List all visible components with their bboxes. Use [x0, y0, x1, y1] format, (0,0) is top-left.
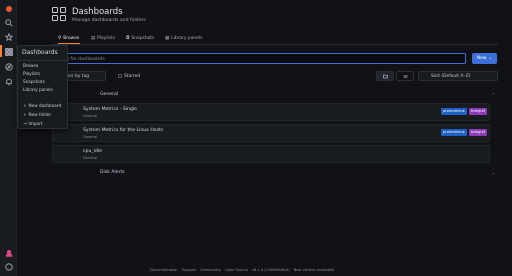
- dashboard-folder: General: [83, 156, 98, 160]
- tab-label: Playlists: [97, 36, 116, 41]
- dashboard-name[interactable]: System Metrics - Single: [83, 107, 137, 112]
- folder-view-icon: [382, 74, 388, 78]
- search-icon[interactable]: [4, 18, 13, 27]
- starred-icon[interactable]: [4, 32, 13, 41]
- tag-badge[interactable]: prometheus: [441, 129, 467, 136]
- tag-badge[interactable]: telegraf: [469, 129, 488, 136]
- flyout-item-snapshots[interactable]: Snapshots: [23, 79, 45, 84]
- import-icon: ⇥: [23, 121, 27, 126]
- folder-label: General: [100, 92, 119, 97]
- sort-select[interactable]: Sort (Default A–Z): [418, 71, 498, 81]
- avatar-icon[interactable]: [4, 248, 13, 257]
- search-input[interactable]: h for dashboards: [52, 53, 466, 64]
- list-view-button[interactable]: [396, 71, 414, 81]
- checkbox-icon: [118, 74, 122, 78]
- sort-label: Sort (Default A–Z): [431, 73, 471, 79]
- flyout-action-label: New dashboard: [28, 103, 62, 108]
- flyout-item-browse[interactable]: Browse: [23, 63, 38, 68]
- footer-documentation-link[interactable]: Documentation: [150, 268, 178, 272]
- playlist-icon: ▤: [91, 36, 96, 41]
- folder-row-general[interactable]: General ⌃: [52, 91, 498, 100]
- flyout-action-import[interactable]: ⇥ Import: [23, 121, 42, 126]
- footer: Documentation Support Community Open Sou…: [150, 268, 335, 272]
- footer-version: v8.1.4 (2166d0b6c4): [251, 268, 290, 272]
- dashboards-icon[interactable]: [4, 47, 13, 56]
- dashboard-folder: General: [83, 135, 98, 139]
- help-icon[interactable]: [4, 262, 13, 271]
- tag-filter-label: ilter by tag: [65, 73, 90, 79]
- dashboards-header-icon: [52, 7, 66, 21]
- dashboard-row[interactable]: cpu_idle General: [52, 145, 490, 163]
- flyout-action-label: Import: [28, 121, 43, 126]
- footer-support-link[interactable]: Support: [182, 268, 196, 272]
- flyout-action-new-dashboard[interactable]: + New dashboard: [23, 103, 61, 108]
- page-title: Dashboards: [72, 7, 123, 17]
- chevron-up-icon: ⌃: [491, 92, 495, 97]
- dashboard-name[interactable]: cpu_idle: [83, 149, 102, 154]
- dashboard-folder: General: [83, 114, 98, 118]
- camera-icon: ◘: [126, 36, 130, 41]
- flyout-action-label: New folder: [28, 112, 52, 117]
- dashboards-flyout-menu: Dashboards Browse Playlists Snapshots Li…: [17, 45, 68, 129]
- starred-filter[interactable]: Starred: [118, 71, 140, 81]
- folder-label: Disk Alerts: [100, 170, 125, 175]
- tab-label: Library panels: [171, 36, 203, 41]
- tab-library-panels[interactable]: ▦ Library panels: [165, 36, 202, 41]
- alerting-icon[interactable]: [4, 77, 13, 86]
- folder-row-disk-alerts[interactable]: Disk Alerts ⌄: [52, 169, 498, 178]
- plus-icon: +: [23, 112, 27, 117]
- list-view-icon: [403, 74, 407, 78]
- tab-label: Browse: [63, 36, 80, 41]
- flyout-divider: [18, 60, 67, 61]
- flyout-action-new-folder[interactable]: + New folder: [23, 112, 51, 117]
- dashboard-name[interactable]: System Metrics for the Linux Hosts: [83, 128, 163, 133]
- tab-browse[interactable]: ⚲ Browse: [58, 36, 79, 41]
- dashboard-row[interactable]: System Metrics for the Linux Hosts Gener…: [52, 124, 490, 142]
- grafana-logo-icon[interactable]: [4, 4, 13, 13]
- folder-view-button[interactable]: [376, 71, 394, 81]
- footer-open-source-link[interactable]: Open Source: [225, 268, 248, 272]
- sitemap-icon: ⚲: [58, 36, 62, 41]
- flyout-title[interactable]: Dashboards: [22, 49, 58, 56]
- new-button[interactable]: New ⌄: [472, 53, 497, 64]
- tag-badge[interactable]: telegraf: [469, 108, 488, 115]
- dashboard-row[interactable]: System Metrics - Single General promethe…: [52, 103, 490, 121]
- chevron-down-icon: ⌄: [488, 56, 493, 61]
- tabs-divider: [52, 44, 498, 45]
- page-subtitle: Manage dashboards and folders: [72, 18, 146, 23]
- sidebar: [0, 0, 17, 276]
- tab-playlists[interactable]: ▤ Playlists: [91, 36, 115, 41]
- tag-badge[interactable]: prometheus: [441, 108, 467, 115]
- search-placeholder: h for dashboards: [66, 56, 105, 62]
- footer-new-version-link[interactable]: New version available!: [294, 268, 335, 272]
- flyout-item-library-panels[interactable]: Library panels: [23, 87, 53, 92]
- starred-label: Starred: [124, 73, 141, 79]
- flyout-item-playlists[interactable]: Playlists: [23, 71, 40, 76]
- chevron-down-icon: ⌄: [491, 170, 495, 175]
- explore-icon[interactable]: [4, 62, 13, 71]
- plus-icon: +: [23, 103, 27, 108]
- footer-community-link[interactable]: Community: [200, 268, 221, 272]
- tab-label: Snapshots: [131, 36, 155, 41]
- new-button-label: New: [476, 56, 487, 61]
- library-icon: ▦: [165, 36, 170, 41]
- tab-snapshots[interactable]: ◘ Snapshots: [126, 36, 154, 41]
- active-indicator: [0, 45, 2, 57]
